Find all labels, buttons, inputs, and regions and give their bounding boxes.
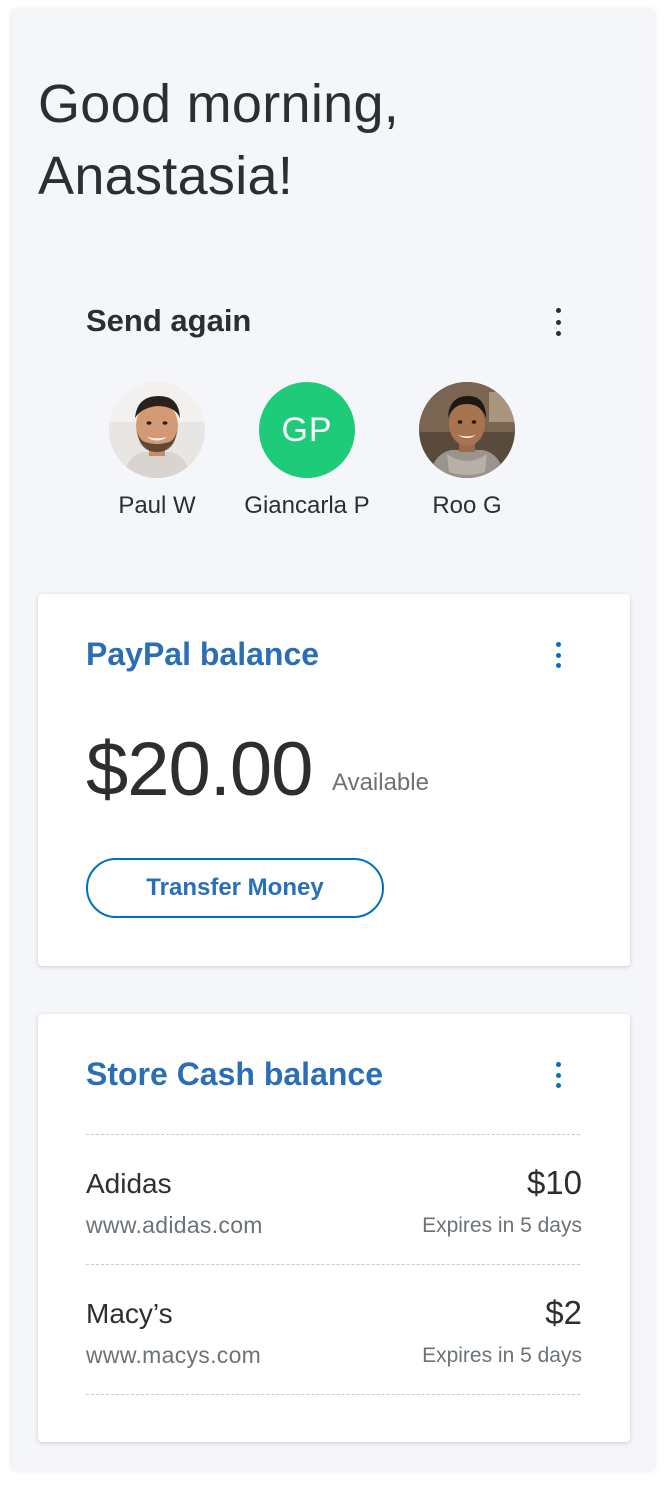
paypal-balance-more-icon[interactable] (546, 642, 570, 668)
contact-name: Giancarla P (244, 492, 370, 519)
send-again-more-icon[interactable] (546, 308, 570, 336)
contact-name: Paul W (118, 492, 196, 519)
app-screen: Good morning, Anastasia! Send again Paul… (12, 10, 654, 1470)
avatar (109, 382, 205, 478)
store-expiry: Expires in 5 days (422, 1344, 582, 1367)
store-name: Macy’s (86, 1298, 173, 1329)
balance-available-label: Available (332, 769, 429, 796)
greeting-line-1: Good morning, (38, 74, 400, 134)
paypal-balance-card[interactable]: PayPal balance $20.00 Available Transfer… (38, 594, 630, 966)
store-cash-more-icon[interactable] (546, 1062, 570, 1088)
store-item-macys[interactable]: Macy’s www.macys.com $2 Expires in 5 day… (86, 1294, 582, 1394)
divider (86, 1134, 580, 1135)
store-expiry: Expires in 5 days (422, 1214, 582, 1237)
balance-amount: $20.00 (86, 727, 313, 812)
paypal-balance-title: PayPal balance (86, 636, 320, 672)
store-url: www.adidas.com (86, 1212, 263, 1238)
store-item-adidas[interactable]: Adidas www.adidas.com $10 Expires in 5 d… (86, 1164, 582, 1264)
contact-roo-g[interactable]: Roo G (387, 382, 547, 520)
person-photo-icon (109, 382, 205, 478)
contact-paul-w[interactable]: Paul W (77, 382, 237, 520)
divider (86, 1264, 580, 1265)
avatar-initials: GP (259, 382, 355, 478)
greeting-line-2: Anastasia! (38, 146, 294, 206)
greeting-heading: Good morning, Anastasia! (38, 68, 598, 212)
store-amount: $10 (526, 1164, 582, 1201)
transfer-money-button[interactable]: Transfer Money (86, 858, 384, 918)
contact-giancarla-p[interactable]: GP Giancarla P (227, 382, 387, 520)
store-url: www.macys.com (86, 1342, 262, 1368)
contact-name: Roo G (432, 492, 502, 519)
store-amount: $2 (545, 1294, 582, 1331)
avatar (419, 382, 515, 478)
send-again-title: Send again (86, 303, 252, 338)
divider (86, 1394, 580, 1395)
person-photo-icon (419, 382, 515, 478)
store-name: Adidas (86, 1168, 172, 1199)
send-again-contacts: Paul W GP Giancarla P Roo G (12, 382, 654, 532)
store-cash-title: Store Cash balance (86, 1056, 383, 1092)
store-cash-card: Store Cash balance Adidas www.adidas.com… (38, 1014, 630, 1442)
